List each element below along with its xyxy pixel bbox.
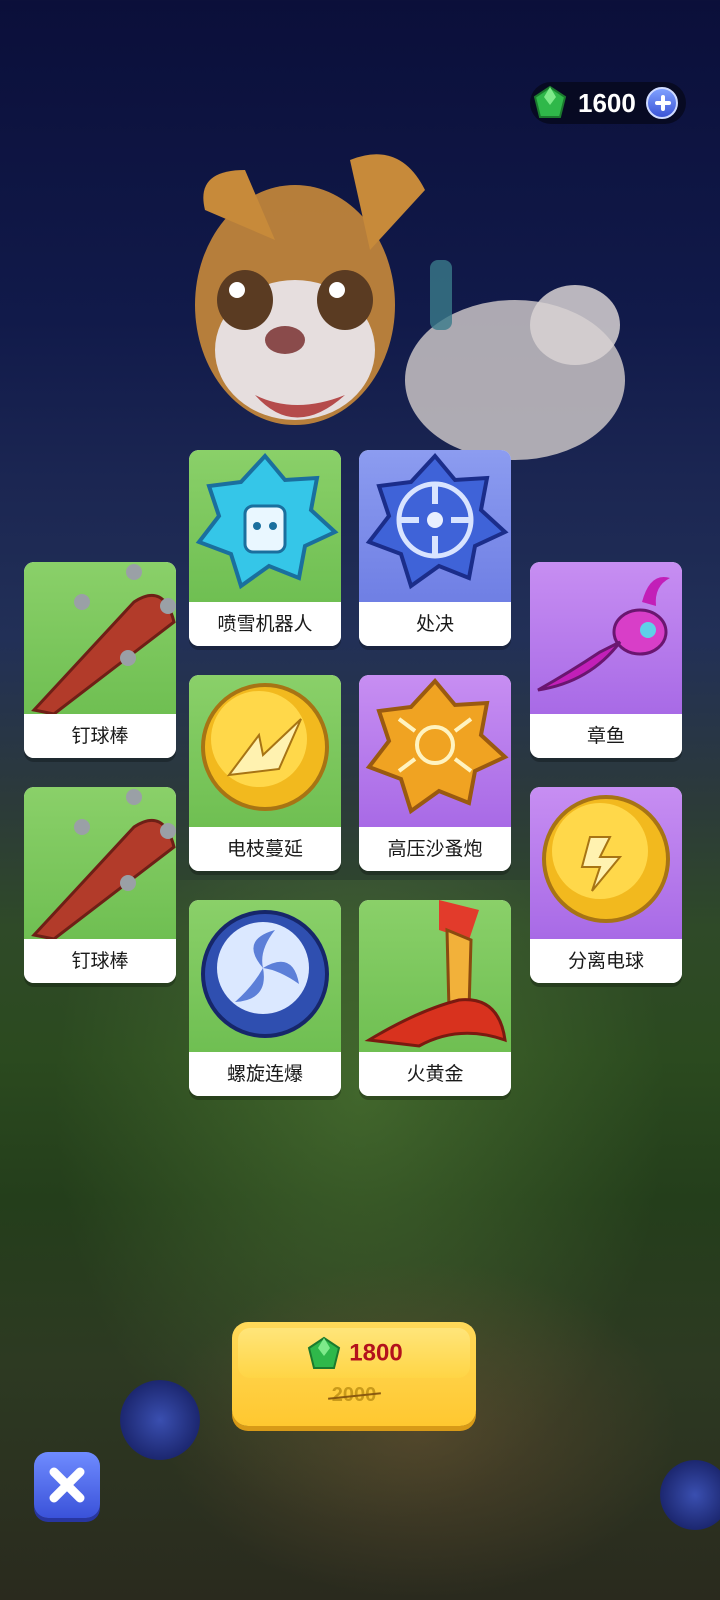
reward-card[interactable]: 章鱼 [530,562,682,758]
buy-button[interactable]: 1800 2000 [232,1322,476,1426]
price-value: 1800 [349,1339,403,1367]
close-button[interactable] [34,1452,100,1518]
card-label: 章鱼 [530,714,682,758]
original-price: 2000 [232,1384,476,1407]
card-label: 火黄金 [359,1052,511,1096]
snow-robot-icon [195,452,339,590]
flea-cannon-icon [365,677,509,815]
reward-card[interactable]: 喷雪机器人 [189,450,341,646]
reward-card[interactable]: 电枝蔓延 [189,675,341,871]
plus-icon[interactable] [646,87,678,119]
reward-card[interactable]: 处决 [359,450,511,646]
flower-decor [120,1380,200,1460]
spiked-club-icon [31,564,176,714]
original-price-value: 2000 [331,1384,377,1406]
card-label: 分离电球 [530,939,682,983]
fire-sword-icon [364,900,507,1048]
octopus-icon [537,577,670,692]
card-label: 处决 [359,602,511,646]
reward-card[interactable]: 火黄金 [359,900,511,1096]
lightning-orb-icon [201,683,329,811]
card-label: 电枝蔓延 [189,827,341,871]
close-icon [49,1467,85,1503]
target-icon [365,452,509,590]
card-label: 钉球棒 [24,939,176,983]
reward-card[interactable]: 高压沙蚤炮 [359,675,511,871]
card-label: 喷雪机器人 [189,602,341,646]
gem-icon [533,85,567,118]
reward-card[interactable]: 钉球棒 [24,787,176,983]
dirt-path [160,1260,680,1600]
dog-character [195,154,625,460]
buy-price: 1800 [232,1336,476,1372]
currency-balance: 1600 [530,82,686,124]
spiked-club-icon [31,789,176,939]
reward-card[interactable]: 螺旋连爆 [189,900,341,1096]
card-label: 钉球棒 [24,714,176,758]
card-label: 螺旋连爆 [189,1052,341,1096]
reward-card[interactable]: 分离电球 [530,787,682,983]
split-orb-icon [542,795,670,923]
reward-card[interactable]: 钉球棒 [24,562,176,758]
card-label: 高压沙蚤炮 [359,827,511,871]
spiral-orb-icon [201,910,329,1038]
gem-icon [308,1336,341,1369]
currency-amount: 1600 [578,88,636,118]
